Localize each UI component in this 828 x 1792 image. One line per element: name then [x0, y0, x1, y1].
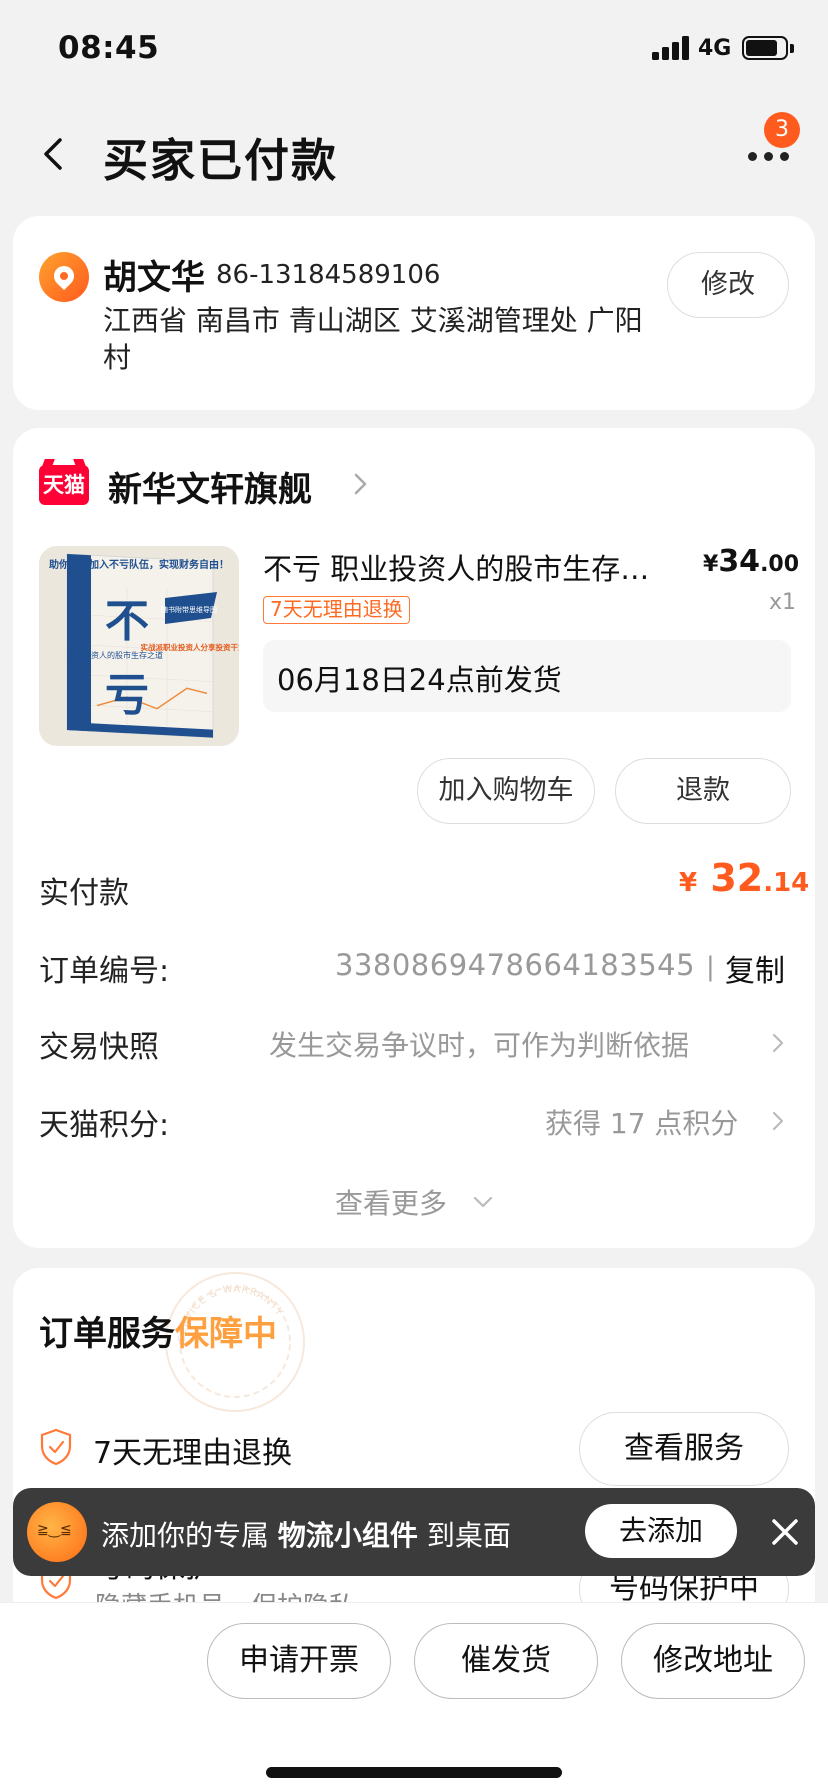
- cover-side-text: 实战派职业投资人分享投资干货: [141, 642, 240, 652]
- chevron-right-icon[interactable]: [348, 472, 372, 496]
- return-policy-tag: 7天无理由退换: [263, 596, 410, 624]
- battery-icon: [742, 36, 788, 60]
- snapshot-value[interactable]: 发生交易争议时，可作为判断依据: [269, 1024, 689, 1064]
- points-label[interactable]: 天猫积分:: [39, 1100, 169, 1144]
- product-title[interactable]: 不亏 职业投资人的股市生存之道: [263, 546, 653, 588]
- signal-icon: [652, 36, 690, 60]
- nav-bar: 买家已付款 3: [0, 100, 828, 210]
- request-invoice-button[interactable]: 申请开票: [207, 1623, 391, 1699]
- view-service-button[interactable]: 查看服务: [579, 1412, 789, 1486]
- back-icon[interactable]: [36, 136, 72, 172]
- add-to-cart-button[interactable]: 加入购物车: [417, 758, 595, 824]
- tmall-logo: 天猫: [39, 465, 89, 505]
- service-item-return: 7天无理由退换: [93, 1436, 293, 1471]
- product-image[interactable]: 助你早日加入不亏队伍，实现财务自由！ 不 亏 职业投资人的股市生存之道 随书附带…: [39, 546, 239, 746]
- order-number-label: 订单编号:: [39, 954, 170, 989]
- cover-big-char-2: 亏: [105, 670, 149, 721]
- product-quantity: x1: [769, 590, 797, 615]
- book-cover-image: 助你早日加入不亏队伍，实现财务自由！ 不 亏 职业投资人的股市生存之道 随书附带…: [39, 546, 239, 746]
- order-card: 天猫 新华文轩旗舰 助你早日加入不亏队伍，实现财务自由！ 不 亏 职业投资人的股…: [13, 428, 815, 1248]
- remind-shipping-button[interactable]: 催发货: [414, 1623, 598, 1699]
- address-card: 胡文华 86-13184589106 江西省 南昌市 青山湖区 艾溪湖管理处 广…: [13, 216, 815, 410]
- location-icon: [39, 252, 89, 302]
- copy-order-number-button[interactable]: 复制: [725, 946, 785, 990]
- order-number-separator: |: [706, 952, 715, 982]
- order-number-value: 3380869478664183545: [335, 948, 696, 982]
- cover-big-char-1: 不: [105, 596, 149, 647]
- chevron-down-icon[interactable]: [471, 1192, 495, 1212]
- shield-check-icon: [40, 1428, 72, 1466]
- add-widget-button[interactable]: 去添加: [585, 1504, 737, 1558]
- see-more-button[interactable]: 查看更多: [335, 1182, 447, 1222]
- paid-amount: ¥ 32.14: [679, 856, 810, 900]
- widget-toast: 添加你的专属 物流小组件 到桌面 去添加: [13, 1488, 815, 1576]
- order-detail-page: 08:45 4G 买家已付款 3 胡文华 86-13184589106 江西省 …: [0, 0, 828, 1792]
- status-time: 08:45: [58, 30, 160, 66]
- address-detail: 江西省 南昌市 青山湖区 艾溪湖管理处 广阳村: [103, 304, 643, 374]
- network-type: 4G: [698, 36, 732, 61]
- cover-badge: 随书附带思维导图: [161, 605, 217, 614]
- toast-message: 添加你的专属 物流小组件 到桌面: [101, 1519, 511, 1552]
- snapshot-label[interactable]: 交易快照: [39, 1022, 159, 1066]
- service-title: 订单服务保障中: [39, 1314, 277, 1354]
- buyer-name: 胡文华: [103, 258, 205, 298]
- status-bar: 08:45 4G: [0, 0, 828, 100]
- shipping-notice: 06月18日24点前发货: [263, 640, 791, 712]
- points-value[interactable]: 获得 17 点积分: [545, 1102, 738, 1142]
- change-address-button[interactable]: 修改地址: [621, 1623, 805, 1699]
- product-price: ¥34.00: [703, 544, 800, 579]
- chevron-right-icon[interactable]: [767, 1110, 789, 1132]
- refund-button[interactable]: 退款: [615, 758, 791, 824]
- chevron-right-icon[interactable]: [767, 1032, 789, 1054]
- mascot-avatar: [27, 1502, 87, 1562]
- buyer-phone: 86-13184589106: [216, 260, 441, 290]
- modify-address-button[interactable]: 修改: [667, 252, 789, 318]
- battery-cap: [790, 44, 794, 53]
- shipping-notice-text: 06月18日24点前发货: [277, 663, 562, 697]
- home-indicator[interactable]: [266, 1767, 562, 1778]
- page-title: 买家已付款: [103, 134, 339, 187]
- cover-banner: 助你早日加入不亏队伍，实现财务自由！: [49, 558, 229, 571]
- store-name[interactable]: 新华文轩旗舰: [108, 462, 312, 511]
- more-icon[interactable]: [744, 146, 794, 166]
- notification-badge: 3: [764, 112, 800, 148]
- paid-label: 实付款: [39, 876, 129, 911]
- close-icon[interactable]: [769, 1516, 801, 1548]
- bottom-action-bar: 申请开票 催发货 修改地址: [0, 1602, 828, 1792]
